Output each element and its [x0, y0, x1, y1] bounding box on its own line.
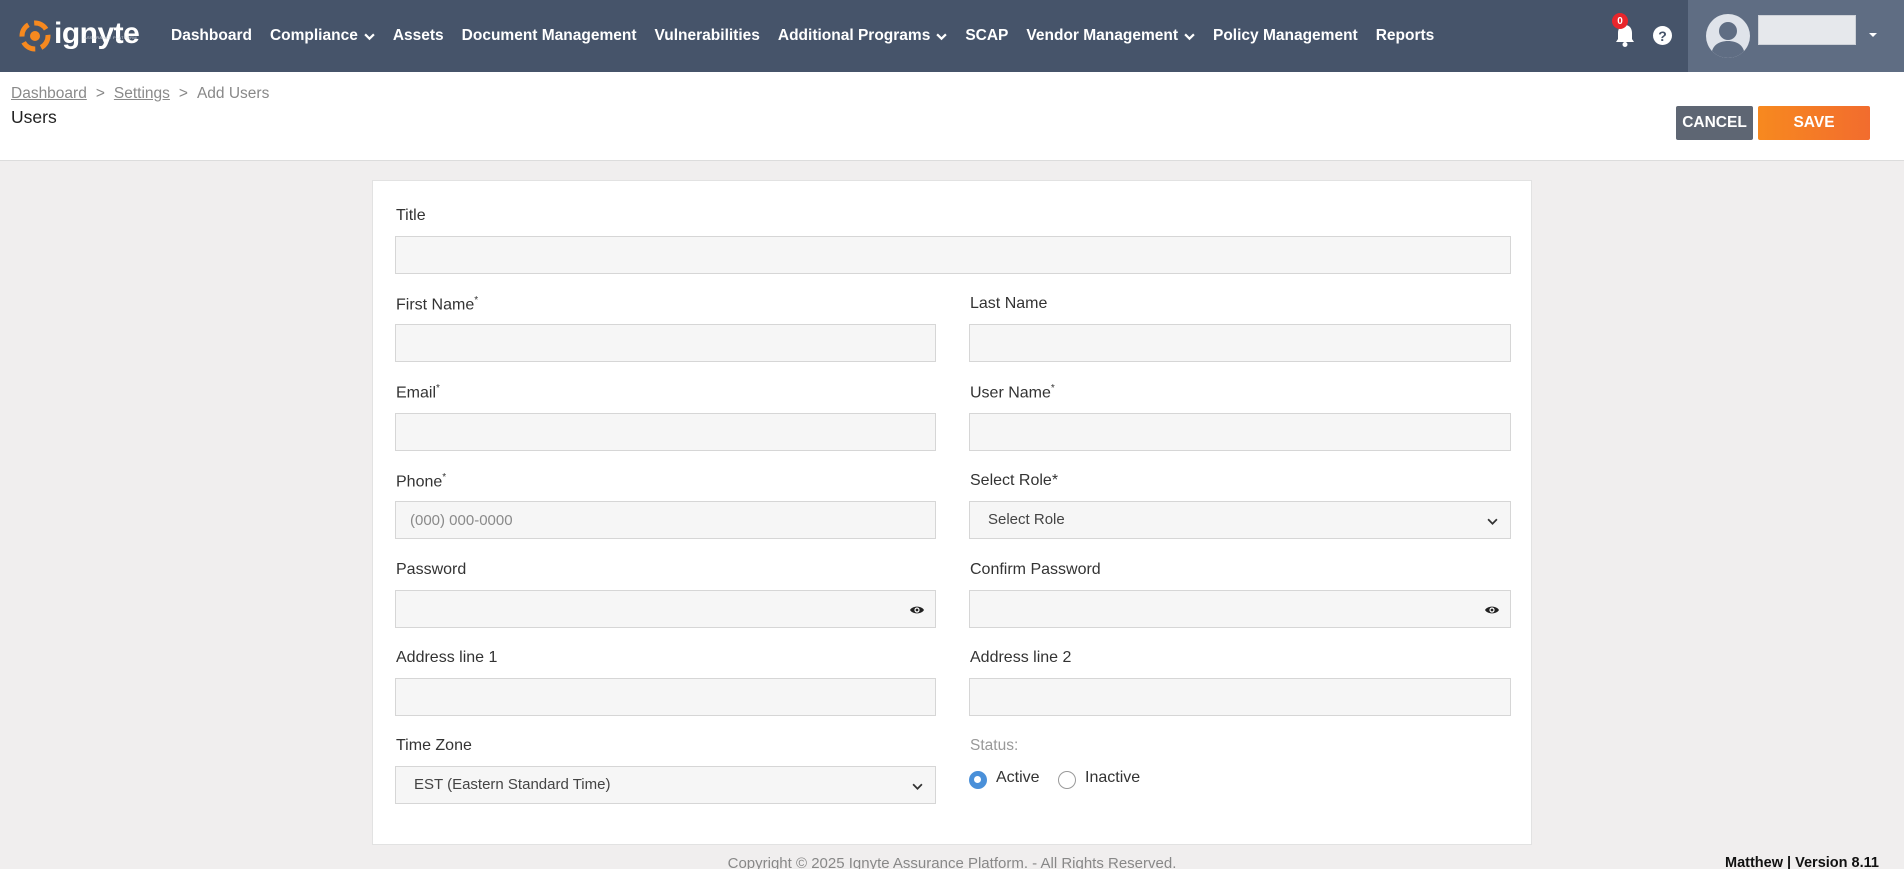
password-label: Password [396, 561, 467, 578]
user-silhouette-icon [1711, 22, 1745, 58]
nav-label: Vendor Management [1026, 27, 1178, 44]
nav-label: Assets [392, 27, 444, 44]
email-label: Email* [396, 383, 440, 402]
required-mark: * [442, 472, 447, 483]
page-header: Dashboard > Settings > Add Users Users C… [0, 72, 1904, 161]
nav-compliance[interactable]: Compliance [261, 27, 384, 45]
required-mark: * [436, 383, 440, 394]
nav-label: Document Management [461, 27, 637, 44]
user-menu[interactable] [1688, 0, 1904, 72]
email-input[interactable] [395, 413, 936, 451]
address2-label: Address line 2 [970, 649, 1072, 666]
nav-scap[interactable]: SCAP [956, 27, 1017, 45]
email-label-text: Email [396, 384, 437, 402]
chevron-down-icon [1869, 33, 1877, 37]
chevron-down-icon [912, 783, 923, 790]
confirm-password-label: Confirm Password [970, 561, 1101, 578]
status-inactive-radio[interactable] [1058, 771, 1076, 789]
status-active-radio[interactable] [969, 771, 987, 789]
first-name-label-text: First Name [396, 296, 475, 314]
title-input[interactable] [395, 236, 1511, 274]
breadcrumb: Dashboard > Settings > Add Users [11, 85, 269, 103]
breadcrumb-dashboard[interactable]: Dashboard [11, 85, 87, 103]
status-label: Status: [970, 737, 1019, 754]
address1-label: Address line 1 [396, 649, 498, 666]
phone-label: Phone* [396, 472, 446, 491]
phone-input[interactable]: (000) 000-0000 [395, 501, 936, 539]
status-inactive-label[interactable]: Inactive [1085, 769, 1140, 787]
nav-label: Vulnerabilities [654, 27, 760, 44]
breadcrumb-settings[interactable]: Settings [114, 85, 170, 103]
eye-icon[interactable] [909, 603, 925, 617]
nav-vendor-management[interactable]: Vendor Management [1017, 27, 1204, 45]
add-user-form: Title First Name* Last Name Email* User … [372, 180, 1532, 845]
timezone-label: Time Zone [396, 737, 472, 754]
username-label-text: User Name [970, 384, 1051, 402]
last-name-input[interactable] [969, 324, 1511, 362]
nav-assets[interactable]: Assets [384, 27, 453, 45]
timezone-select-value: EST (Eastern Standard Time) [414, 776, 611, 793]
address2-input[interactable] [969, 678, 1511, 716]
nav-label: Additional Programs [777, 27, 931, 44]
nav-label: Compliance [269, 27, 358, 44]
save-button[interactable]: SAVE [1758, 106, 1870, 140]
footer-version: Matthew | Version 8.11 [1725, 855, 1879, 869]
nav-policy-management[interactable]: Policy Management [1204, 27, 1367, 45]
nav-label: SCAP [965, 27, 1009, 44]
page-title: Users [11, 107, 57, 127]
user-name-redacted [1758, 15, 1856, 45]
avatar [1706, 14, 1750, 58]
eye-icon[interactable] [1484, 603, 1500, 617]
chevron-down-icon [936, 33, 948, 40]
top-navbar: ignyte ASSURANCE PLATFORM Dashboard Comp… [0, 0, 1904, 72]
nav-document-management[interactable]: Document Management [453, 27, 646, 45]
role-label: Select Role* [970, 472, 1059, 489]
chevron-down-icon [364, 33, 375, 40]
breadcrumb-separator: > [95, 85, 105, 102]
phone-placeholder: (000) 000-0000 [410, 511, 513, 529]
role-select[interactable]: Select Role [969, 501, 1511, 539]
nav-label: Reports [1375, 27, 1435, 44]
notification-badge: 0 [1612, 13, 1628, 29]
address1-input[interactable] [395, 678, 936, 716]
breadcrumb-separator: > [178, 85, 188, 102]
chevron-down-icon [1184, 33, 1195, 40]
brand-name: ignyte [54, 17, 140, 50]
title-label: Title [396, 207, 426, 224]
nav-reports[interactable]: Reports [1367, 27, 1444, 45]
phone-label-text: Phone [396, 473, 443, 491]
required-mark: * [1050, 383, 1055, 394]
help-icon[interactable]: ? [1653, 26, 1672, 45]
nav-label: Policy Management [1213, 27, 1358, 44]
footer-copyright: Copyright © 2025 Ignyte Assurance Platfo… [727, 855, 1177, 869]
breadcrumb-current: Add Users [196, 85, 270, 102]
last-name-label: Last Name [970, 295, 1048, 312]
ignyte-logo-icon [19, 20, 51, 52]
timezone-select[interactable]: EST (Eastern Standard Time) [395, 766, 936, 804]
nav-vulnerabilities[interactable]: Vulnerabilities [646, 27, 769, 45]
nav-dashboard[interactable]: Dashboard [162, 27, 261, 45]
first-name-input[interactable] [395, 324, 936, 362]
username-label: User Name* [970, 383, 1055, 402]
confirm-password-input[interactable] [969, 590, 1511, 628]
chevron-down-icon [1487, 518, 1498, 525]
username-input[interactable] [969, 413, 1511, 451]
role-select-value: Select Role [988, 511, 1065, 528]
brand-tagline: ASSURANCE PLATFORM [84, 35, 137, 40]
nav-additional-programs[interactable]: Additional Programs [769, 27, 956, 45]
nav-label: Dashboard [171, 27, 252, 44]
main-nav: Dashboard Compliance Assets Document Man… [162, 0, 1443, 72]
first-name-label: First Name* [396, 295, 478, 314]
password-input[interactable] [395, 590, 936, 628]
status-active-label[interactable]: Active [996, 769, 1040, 787]
cancel-button[interactable]: CANCEL [1676, 106, 1753, 140]
required-mark: * [474, 295, 479, 306]
